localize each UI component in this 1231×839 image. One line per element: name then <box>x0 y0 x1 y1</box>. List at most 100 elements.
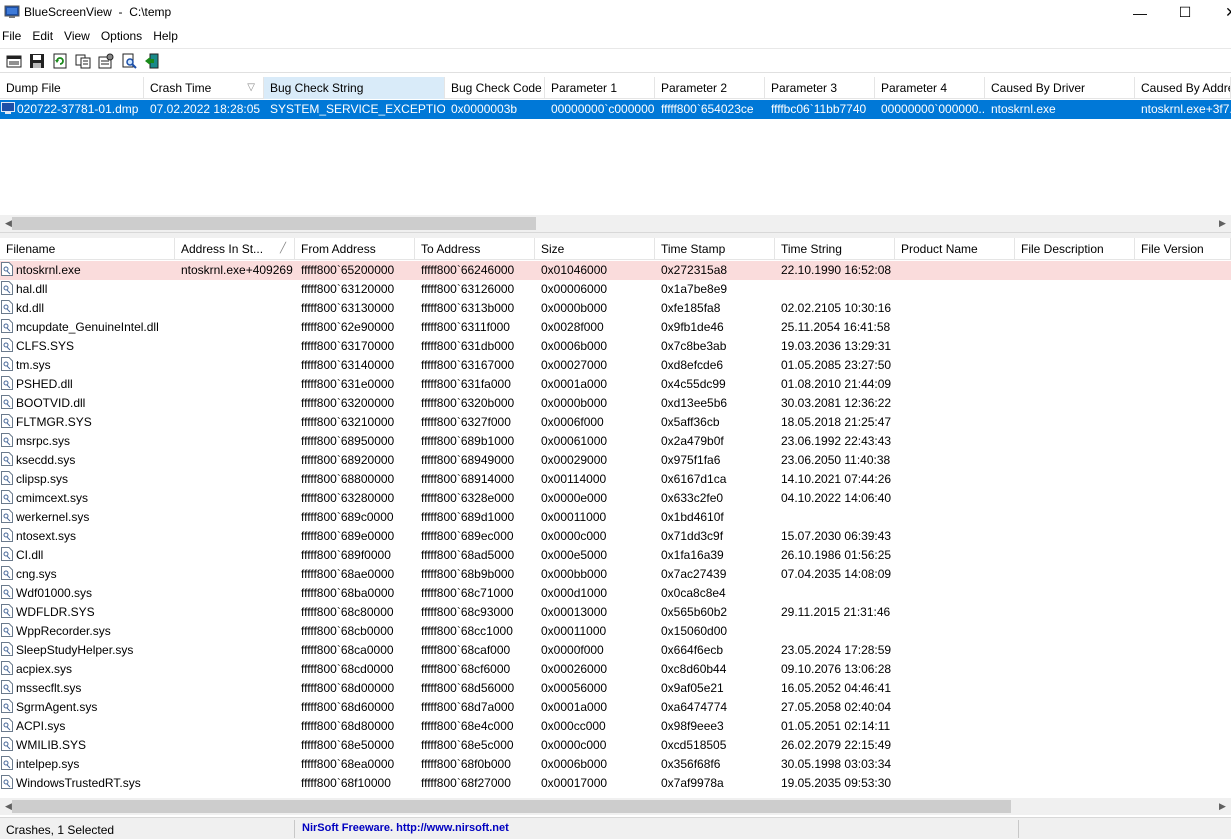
table-row[interactable]: ACPI.sys fffff800`68d80000 fffff800`68e4c0… <box>0 717 1231 736</box>
driver-file-icon <box>1 452 13 466</box>
column-header-file-description[interactable]: File Description <box>1015 238 1135 260</box>
table-row[interactable]: CLFS.SYS fffff800`63170000 fffff800`631db0… <box>0 337 1231 356</box>
table-row[interactable]: WDFLDR.SYS fffff800`68c80000 fffff800`68c9… <box>0 603 1231 622</box>
menu-edit[interactable]: Edit <box>30 26 53 46</box>
close-button[interactable]: ✕ <box>1208 0 1231 25</box>
crash-list[interactable]: Dump File Crash Time ▽ Bug Check String B… <box>0 77 1231 232</box>
column-header-time-stamp[interactable]: Time Stamp <box>655 238 775 260</box>
scrollbar-thumb[interactable] <box>12 800 1011 813</box>
options-button[interactable] <box>95 51 117 71</box>
driver-file-icon <box>1 414 13 428</box>
nirsoft-link[interactable]: NirSoft Freeware. http://www.nirsoft.net <box>302 822 509 834</box>
table-row[interactable]: tm.sys fffff800`63140000 fffff800`63167000… <box>0 356 1231 375</box>
caused-by-address-cell: ntoskrnl.exe+3f7... <box>1141 102 1231 116</box>
driver-list[interactable]: Filename Address In St... ╱ From Address … <box>0 238 1231 811</box>
refresh-icon <box>53 53 67 68</box>
time-stamp-cell: 0x15060d00 <box>661 624 728 638</box>
table-row[interactable]: SleepStudyHelper.sys fffff800`68ca0000 fff… <box>0 641 1231 660</box>
crash-row[interactable]: 020722-37781-01.dmp 07.02.2022 18:28:05 … <box>0 100 1231 119</box>
menu-file[interactable]: File <box>0 26 21 46</box>
table-row[interactable]: ntoskrnl.exe ntoskrnl.exe+409269 fffff800`… <box>0 261 1231 280</box>
column-header-filename[interactable]: Filename <box>0 238 175 260</box>
table-row[interactable]: CI.dll fffff800`689f0000 fffff800`68ad5000… <box>0 546 1231 565</box>
to-address-cell: fffff800`68caf000 <box>421 643 511 657</box>
table-row[interactable]: werkernel.sys fffff800`689c0000 fffff800`6… <box>0 508 1231 527</box>
menu-help[interactable]: Help <box>151 26 178 46</box>
column-header-from-address[interactable]: From Address <box>295 238 415 260</box>
size-cell: 0x00114000 <box>541 472 607 486</box>
column-header-dump-file[interactable]: Dump File <box>0 77 144 99</box>
menu-view[interactable]: View <box>62 26 90 46</box>
column-header-address-in-stack[interactable]: Address In St... ╱ <box>175 238 295 260</box>
menu-options[interactable]: Options <box>99 26 142 46</box>
time-stamp-cell: 0x633c2fe0 <box>661 491 724 505</box>
file-description-cell <box>1015 546 1135 565</box>
table-row[interactable]: FLTMGR.SYS fffff800`63210000 fffff800`6327… <box>0 413 1231 432</box>
table-row[interactable]: SgrmAgent.sys fffff800`68d60000 fffff800`6… <box>0 698 1231 717</box>
column-header-parameter-2[interactable]: Parameter 2 <box>655 77 765 99</box>
time-stamp-cell: 0xc8d60b44 <box>661 662 727 676</box>
time-stamp-cell: 0xd13ee5b6 <box>661 396 728 410</box>
column-header-caused-by-address[interactable]: Caused By Address <box>1135 77 1231 99</box>
to-address-cell: fffff800`6328e000 <box>421 491 515 505</box>
time-stamp-cell: 0x975f1fa6 <box>661 453 721 467</box>
table-row[interactable]: BOOTVID.dll fffff800`63200000 fffff800`632… <box>0 394 1231 413</box>
time-string-cell: 30.03.2081 12:36:22 <box>781 396 892 410</box>
column-header-product-name[interactable]: Product Name <box>895 238 1015 260</box>
table-row[interactable]: cng.sys fffff800`68ae0000 fffff800`68b9b00… <box>0 565 1231 584</box>
column-header-parameter-4[interactable]: Parameter 4 <box>875 77 985 99</box>
find-button[interactable] <box>118 51 140 71</box>
time-stamp-cell: 0x7af9978a <box>661 776 724 790</box>
scrollbar-thumb[interactable] <box>12 217 536 230</box>
file-version-cell <box>1135 489 1231 508</box>
table-row[interactable]: hal.dll fffff800`63120000 fffff800`6312600… <box>0 280 1231 299</box>
scroll-right-icon[interactable]: ▶ <box>1214 798 1231 815</box>
properties-button[interactable] <box>3 51 25 71</box>
column-header-to-address[interactable]: To Address <box>415 238 535 260</box>
filename-cell: kd.dll <box>0 299 175 318</box>
table-row[interactable]: msrpc.sys fffff800`68950000 fffff800`689b1… <box>0 432 1231 451</box>
product-name-cell <box>895 717 1015 736</box>
column-header-time-string[interactable]: Time String <box>775 238 895 260</box>
table-row[interactable]: clipsp.sys fffff800`68800000 fffff800`6891… <box>0 470 1231 489</box>
refresh-button[interactable] <box>49 51 71 71</box>
time-stamp-cell: 0x9fb1de46 <box>661 320 724 334</box>
column-header-parameter-1[interactable]: Parameter 1 <box>545 77 655 99</box>
table-row[interactable]: mcupdate_GenuineIntel.dll fffff800`62e900… <box>0 318 1231 337</box>
scroll-right-icon[interactable]: ▶ <box>1214 215 1231 232</box>
table-row[interactable]: WppRecorder.sys fffff800`68cb0000 fffff800… <box>0 622 1231 641</box>
table-row[interactable]: WMILIB.SYS fffff800`68e50000 fffff800`68e5… <box>0 736 1231 755</box>
filename-cell: clipsp.sys <box>0 470 175 489</box>
table-row[interactable]: ksecdd.sys fffff800`68920000 fffff800`6894… <box>0 451 1231 470</box>
column-header-size[interactable]: Size <box>535 238 655 260</box>
table-row[interactable]: WindowsTrustedRT.sys fffff800`68f10000 fff… <box>0 774 1231 793</box>
table-row[interactable]: mssecflt.sys fffff800`68d00000 fffff800`68… <box>0 679 1231 698</box>
maximize-button[interactable]: ☐ <box>1162 0 1208 25</box>
address-in-stack-cell <box>175 679 295 698</box>
minimize-button[interactable]: — <box>1117 0 1163 25</box>
column-header-parameter-3[interactable]: Parameter 3 <box>765 77 875 99</box>
to-address-cell: fffff800`631fa000 <box>421 377 511 391</box>
table-row[interactable]: acpiex.sys fffff800`68cd0000 fffff800`68cf… <box>0 660 1231 679</box>
table-row[interactable]: kd.dll fffff800`63130000 fffff800`6313b000… <box>0 299 1231 318</box>
copy-button[interactable] <box>72 51 94 71</box>
column-header-file-version[interactable]: File Version <box>1135 238 1231 260</box>
exit-button[interactable] <box>141 51 163 71</box>
table-row[interactable]: intelpep.sys fffff800`68ea0000 fffff800`68… <box>0 755 1231 774</box>
column-header-bug-check-code[interactable]: Bug Check Code <box>445 77 545 99</box>
crash-list-horizontal-scrollbar[interactable]: ◀ ▶ <box>0 215 1231 232</box>
driver-list-horizontal-scrollbar[interactable]: ◀ ▶ <box>0 798 1231 815</box>
time-string-cell: 09.10.2076 13:06:28 <box>781 662 892 676</box>
column-header-caused-by-driver[interactable]: Caused By Driver <box>985 77 1135 99</box>
to-address-cell: fffff800`689b1000 <box>421 434 515 448</box>
save-button[interactable] <box>26 51 48 71</box>
table-row[interactable]: Wdf01000.sys fffff800`68ba0000 fffff800`68… <box>0 584 1231 603</box>
table-row[interactable]: PSHED.dll fffff800`631e0000 fffff800`631fa… <box>0 375 1231 394</box>
column-header-bug-check-string[interactable]: Bug Check String <box>264 77 445 99</box>
table-row[interactable]: ntosext.sys fffff800`689e0000 fffff800`689… <box>0 527 1231 546</box>
address-in-stack-cell <box>175 774 295 793</box>
table-row[interactable]: cmimcext.sys fffff800`63280000 fffff800`63… <box>0 489 1231 508</box>
file-version-cell <box>1135 375 1231 394</box>
file-version-cell <box>1135 660 1231 679</box>
column-header-crash-time[interactable]: Crash Time ▽ <box>144 77 264 99</box>
